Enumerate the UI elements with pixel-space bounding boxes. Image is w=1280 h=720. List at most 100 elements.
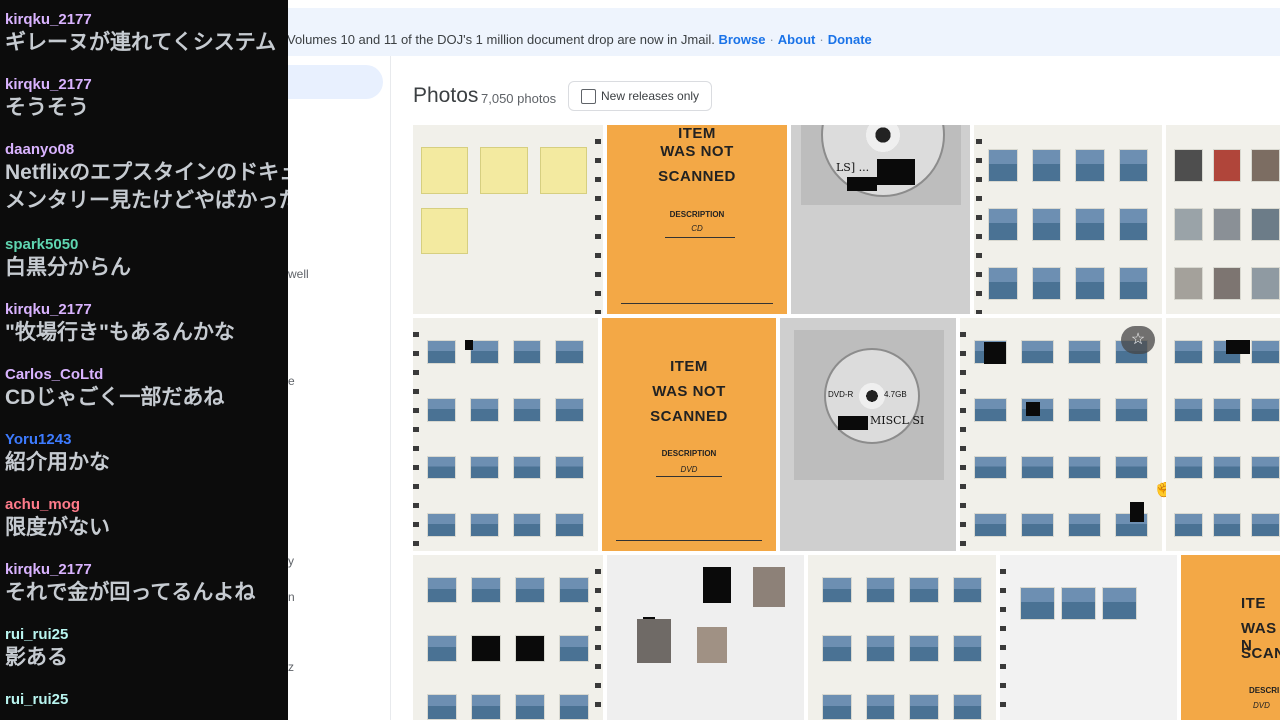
chat-text: 白黒分からん [5,256,131,279]
banner-browse-link[interactable]: Browse [718,32,765,47]
card-description: DESCRIPTION [669,210,725,219]
redaction-box [1026,402,1040,416]
chat-username: kirqku_2177 [5,76,92,93]
photo-count: 7,050 photos [481,91,557,106]
chat-username: kirqku_2177 [5,301,92,318]
chat-username: rui_rui25 [5,626,69,643]
redaction-box [877,159,915,185]
photo-contact-sheet [421,147,587,254]
photo-tile[interactable]: DVD-R 4.7GB MISCL SI [780,318,956,551]
photo-tile[interactable] [607,555,804,720]
chat-username: daanyo08 [5,141,75,158]
photo-contact-sheet [1020,587,1137,620]
photo-tile[interactable]: LS] ... [791,125,970,314]
chat-username: Carlos_CoLtd [5,366,104,383]
chat-message: spark5050 白黒分からん [5,236,288,282]
chat-text: ギレーヌが連れてくシステム [5,31,277,54]
card-line: WAS NOT [660,143,734,160]
chat-message: kirqku_2177 そうそう [5,76,288,122]
card-line: SCAN [1241,645,1280,662]
checkbox-icon[interactable] [581,89,596,104]
photo-thumbnail [753,567,785,607]
photo-contact-sheet [988,149,1148,300]
chat-message: achu_mog 限度がない [5,496,288,542]
card-description: DESCRIPTION [661,449,717,458]
chat-message: Carlos_CoLtd CDじゃごく一部だあね [5,366,288,412]
new-releases-filter[interactable]: New releases only [568,81,712,111]
card-line: SCANNED [650,408,728,425]
photo-tile[interactable]: ITEM WAS NOT SCANNED DESCRIPTION DVD [602,318,776,551]
redaction-box [465,340,473,350]
divider [665,237,735,238]
photo-thumbnail [637,619,671,663]
nav-item-label[interactable]: n [288,590,295,604]
chat-text: 影ある [5,646,68,669]
card-handwriting: DVD [1253,701,1270,710]
photo-tile[interactable] [1000,555,1177,720]
photo-tile[interactable] [1166,318,1280,551]
chat-message: rui_rui25 [5,691,288,709]
star-icon[interactable]: ☆ [1121,326,1155,354]
new-releases-label: New releases only [601,89,700,103]
photo-contact-sheet [427,340,584,537]
photo-tile[interactable]: ITE WAS N SCAN DESCRI DVD [1181,555,1280,720]
card-handwriting: DVD [680,465,698,474]
chat-message: kirqku_2177 それで金が回ってるんよね [5,561,288,607]
chat-text: 限度がない [5,516,110,539]
banner-text: Volumes 10 and 11 of the DOJ's 1 million… [287,32,715,47]
card-line: SCANNED [658,168,736,185]
chat-message: kirqku_2177 ギレーヌが連れてくシステム [5,11,288,57]
divider [621,303,773,304]
photo-contact-sheet [1174,149,1280,300]
nav-item-label[interactable]: z [288,660,294,674]
photo-contact-sheet [974,340,1148,537]
photo-tile[interactable] [413,125,603,314]
chat-message: kirqku_2177 "牧場行き"もあるんかな [5,301,288,347]
photo-tile[interactable]: ITEM WAS NOT SCANNED DESCRIPTION CD [607,125,787,314]
redaction-box [838,416,868,430]
card-line: WAS NOT [652,383,726,400]
chat-text: メンタリー見たけどやばかった [5,189,288,212]
chat-message: daanyo08 Netflixのエプスタインのドキュ メンタリー見たけどやばか… [5,141,288,215]
chat-message: Yoru1243 紹介用かな [5,431,288,477]
nav-item-label[interactable]: e [288,374,295,388]
disc-label: DVD-R [828,390,854,399]
nav-item-label[interactable]: y [288,554,294,568]
card-handwriting: CD [691,224,703,233]
chat-username: achu_mog [5,496,81,513]
chat-username: kirqku_2177 [5,11,92,28]
disc-label: MISCL SI [870,414,925,427]
chat-text: "牧場行き"もあるんかな [5,321,235,344]
photo-tile[interactable] [808,555,996,720]
divider [616,540,762,541]
card-description: DESCRI [1249,686,1280,695]
chat-text: Netflixのエプスタインのドキュ [5,161,288,184]
banner-donate-link[interactable]: Donate [828,32,872,47]
redaction-box [703,567,731,603]
photo-tile[interactable] [413,555,603,720]
photo-tile[interactable] [1166,125,1280,314]
card-line: ITE [1241,595,1266,612]
photo-tile[interactable] [974,125,1162,314]
chat-username: Yoru1243 [5,431,72,448]
chat-text: CDじゃごく一部だあね [5,386,225,409]
chat-username: kirqku_2177 [5,561,92,578]
banner-content: Volumes 10 and 11 of the DOJ's 1 million… [287,32,872,47]
disc-label: 4.7GB [884,390,907,399]
photo-thumbnail [697,627,727,663]
redaction-box [847,177,877,191]
redaction-box [984,342,1006,364]
nav-item-label[interactable]: well [288,267,309,281]
photo-contact-sheet [427,577,589,720]
photo-tile[interactable] [413,318,598,551]
chat-text: 紹介用かな [5,451,110,474]
divider [656,476,722,477]
chat-overlay: kirqku_2177 ギレーヌが連れてくシステム kirqku_2177 そう… [0,0,288,720]
banner-about-link[interactable]: About [778,32,816,47]
card-line: ITEM [670,358,708,375]
photo-contact-sheet [1174,340,1280,537]
page-title: Photos [413,84,479,107]
photo-contact-sheet [822,577,982,720]
chat-text: それで金が回ってるんよね [5,581,256,604]
redaction-box [1226,340,1250,354]
